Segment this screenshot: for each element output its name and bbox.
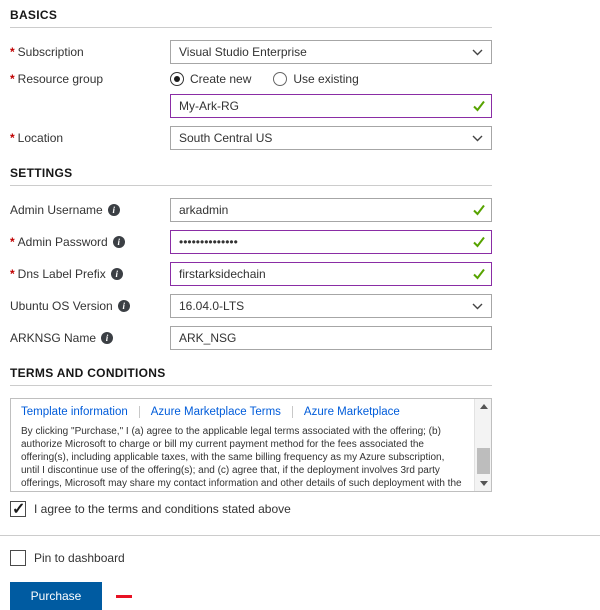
- radio-use-existing[interactable]: Use existing: [273, 72, 358, 86]
- info-icon[interactable]: [118, 300, 130, 312]
- arknsg-name-input[interactable]: [170, 326, 492, 350]
- radio-use-existing-label: Use existing: [293, 72, 358, 86]
- section-divider: [10, 385, 492, 386]
- pin-to-dashboard-row[interactable]: Pin to dashboard: [10, 550, 492, 566]
- ubuntu-os-version-value: 16.04.0-LTS: [179, 299, 244, 313]
- terms-box: Template information Azure Marketplace T…: [10, 398, 492, 492]
- terms-body-text: By clicking "Purchase," I (a) agree to t…: [21, 425, 465, 492]
- deployment-form: BASICS Subscription Visual Studio Enterp…: [0, 0, 600, 610]
- required-asterisk: [10, 131, 18, 145]
- section-title-terms: TERMS AND CONDITIONS: [10, 366, 492, 380]
- subscription-select[interactable]: Visual Studio Enterprise: [170, 40, 492, 64]
- dns-label-prefix-row: Dns Label Prefix: [10, 262, 492, 286]
- terms-scrollbar[interactable]: [474, 399, 491, 491]
- admin-password-input[interactable]: [170, 230, 492, 254]
- info-icon[interactable]: [108, 204, 120, 216]
- subscription-row: Subscription Visual Studio Enterprise: [10, 40, 492, 64]
- subscription-value: Visual Studio Enterprise: [179, 45, 307, 59]
- resource-group-name-row: [10, 94, 492, 118]
- required-asterisk: [10, 45, 18, 59]
- valid-check-icon: [473, 269, 485, 280]
- purchase-row: Purchase: [10, 582, 492, 610]
- subscription-label: Subscription: [10, 45, 170, 59]
- location-row: Location South Central US: [10, 126, 492, 150]
- footer-divider: [0, 535, 600, 536]
- scroll-down-icon[interactable]: [475, 476, 492, 491]
- section-title-basics: BASICS: [10, 8, 492, 22]
- link-azure-marketplace-terms[interactable]: Azure Marketplace Terms: [139, 406, 281, 418]
- required-asterisk: [10, 267, 18, 281]
- resource-group-name-input[interactable]: [170, 94, 492, 118]
- admin-username-input[interactable]: [170, 198, 492, 222]
- valid-check-icon: [473, 205, 485, 216]
- admin-password-row: Admin Password: [10, 230, 492, 254]
- agree-label: I agree to the terms and conditions stat…: [34, 502, 291, 516]
- resource-group-row: Resource group Create new Use existing: [10, 72, 492, 86]
- arknsg-name-label: ARKNSG Name: [10, 331, 170, 345]
- link-azure-marketplace[interactable]: Azure Marketplace: [292, 406, 400, 418]
- section-basics: BASICS Subscription Visual Studio Enterp…: [10, 8, 492, 150]
- location-label: Location: [10, 131, 170, 145]
- scrollbar-thumb[interactable]: [477, 448, 490, 474]
- link-template-information[interactable]: Template information: [21, 406, 128, 418]
- radio-create-new-label: Create new: [190, 72, 251, 86]
- arknsg-name-row: ARKNSG Name: [10, 326, 492, 350]
- ubuntu-os-version-select[interactable]: 16.04.0-LTS: [170, 294, 492, 318]
- info-icon[interactable]: [113, 236, 125, 248]
- resource-group-label: Resource group: [10, 72, 170, 86]
- section-divider: [10, 185, 492, 186]
- agree-checkbox-row[interactable]: I agree to the terms and conditions stat…: [10, 501, 492, 517]
- required-asterisk: [10, 72, 18, 86]
- admin-username-row: Admin Username: [10, 198, 492, 222]
- info-icon[interactable]: [101, 332, 113, 344]
- red-annotation-dash: [116, 595, 132, 598]
- purchase-button[interactable]: Purchase: [10, 582, 102, 610]
- valid-check-icon: [473, 101, 485, 112]
- radio-selected-icon[interactable]: [170, 72, 184, 86]
- ubuntu-os-version-row: Ubuntu OS Version 16.04.0-LTS: [10, 294, 492, 318]
- scroll-up-icon[interactable]: [475, 399, 492, 414]
- section-title-settings: SETTINGS: [10, 166, 492, 180]
- valid-check-icon: [473, 237, 485, 248]
- required-asterisk: [10, 235, 18, 249]
- section-divider: [10, 27, 492, 28]
- radio-unselected-icon[interactable]: [273, 72, 287, 86]
- admin-password-label: Admin Password: [10, 235, 170, 249]
- section-terms: TERMS AND CONDITIONS Template informatio…: [10, 366, 492, 517]
- ubuntu-os-version-label: Ubuntu OS Version: [10, 299, 170, 313]
- admin-username-label: Admin Username: [10, 203, 170, 217]
- dns-label-prefix-input[interactable]: [170, 262, 492, 286]
- chevron-down-icon: [472, 49, 483, 56]
- chevron-down-icon: [472, 303, 483, 310]
- radio-create-new[interactable]: Create new: [170, 72, 251, 86]
- info-icon[interactable]: [111, 268, 123, 280]
- dns-label-prefix-label: Dns Label Prefix: [10, 267, 170, 281]
- location-value: South Central US: [179, 131, 272, 145]
- chevron-down-icon: [472, 135, 483, 142]
- pin-checkbox[interactable]: [10, 550, 26, 566]
- section-settings: SETTINGS Admin Username Admin Passw: [10, 166, 492, 350]
- terms-links: Template information Azure Marketplace T…: [21, 406, 465, 418]
- agree-checkbox[interactable]: [10, 501, 26, 517]
- location-select[interactable]: South Central US: [170, 126, 492, 150]
